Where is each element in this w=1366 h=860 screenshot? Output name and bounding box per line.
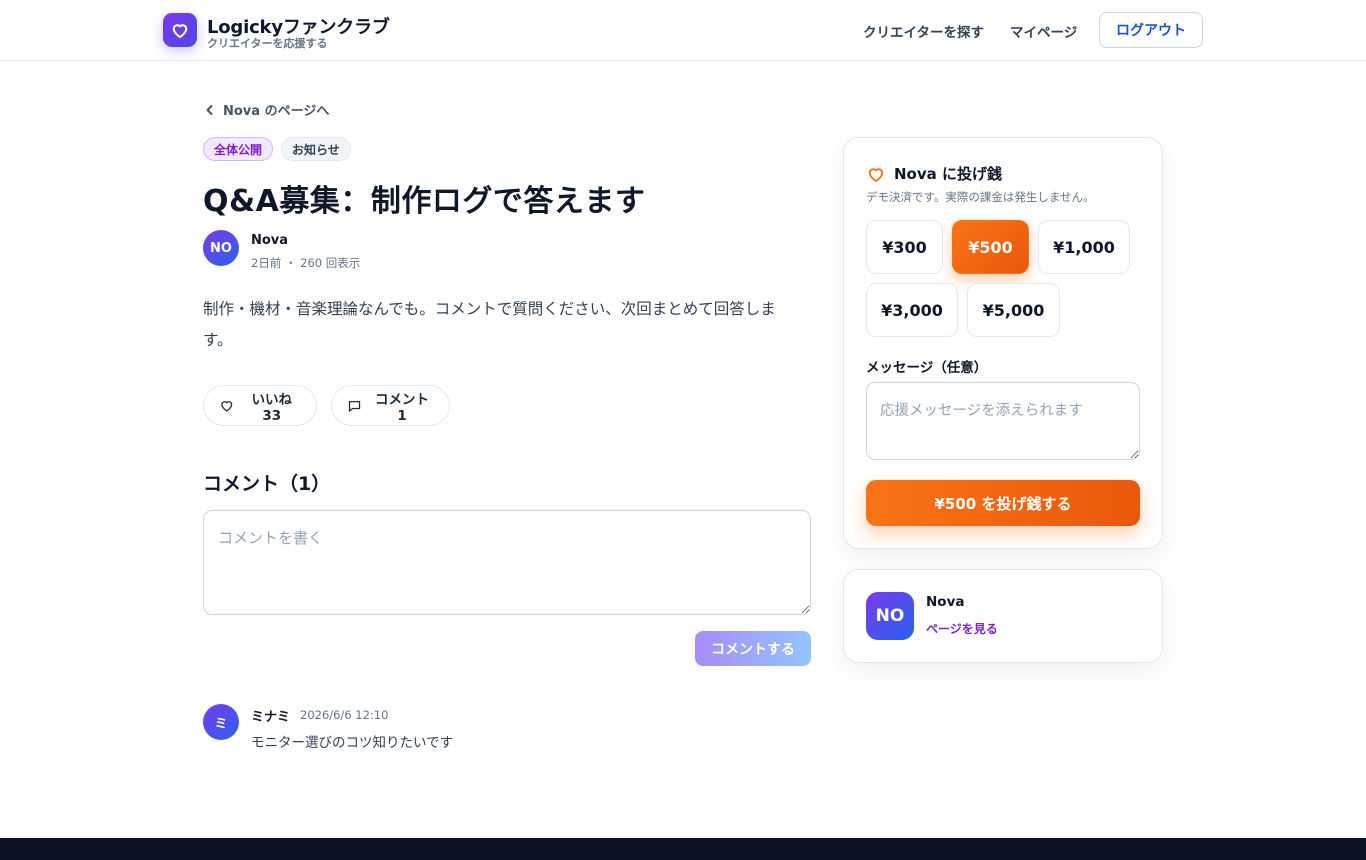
post-title: Q&A募集：制作ログで答えます	[203, 184, 646, 219]
view-page-link[interactable]: ページを見る	[926, 620, 998, 637]
comments-heading: コメント（1）	[203, 473, 331, 495]
brand-subtitle: クリエイターを応援する	[207, 37, 328, 50]
heart-outline-icon	[868, 167, 884, 182]
heart-outline-icon	[221, 401, 233, 412]
author-name[interactable]: Nova	[251, 233, 288, 248]
comment-count-label: コメント 1	[375, 391, 430, 424]
visibility-badge: 全体公開	[203, 137, 274, 161]
back-to-creator-link[interactable]: Nova のページへ	[205, 100, 329, 119]
amount-option[interactable]: ¥5,000	[967, 283, 1060, 337]
message-label: メッセージ（任意）	[866, 360, 988, 376]
top-header: Logickyファンクラブ クリエイターを応援する クリエイターを探す マイペー…	[0, 0, 1366, 61]
creator-name[interactable]: Nova	[926, 594, 964, 610]
send-tip-button[interactable]: ¥500 を投げ銭する	[866, 480, 1140, 526]
tip-heading-label: Nova に投げ銭	[894, 165, 1002, 183]
heart-icon	[172, 24, 188, 39]
chevron-left-icon	[206, 104, 213, 115]
post-meta: 2日前 ・ 260 回表示	[251, 256, 361, 270]
brand-logo[interactable]	[163, 13, 197, 47]
like-count-label: いいね 33	[251, 391, 293, 424]
amount-option[interactable]: ¥3,000	[866, 283, 958, 337]
amount-option[interactable]: ¥300	[866, 220, 943, 274]
like-button[interactable]: いいね 33	[203, 385, 317, 426]
comment-input[interactable]	[203, 510, 811, 615]
post-body: 制作・機材・音楽理論なんでも。コメントで質問ください、次回まとめて回答します。	[203, 300, 776, 349]
nav-my-page[interactable]: マイページ	[1010, 21, 1077, 41]
logout-button[interactable]: ログアウト	[1099, 12, 1203, 48]
creator-card: NO Nova ページを見る	[843, 569, 1163, 663]
comment-text: モニター選びのコツ知りたいです	[251, 735, 454, 751]
submit-comment-button[interactable]: コメントする	[695, 631, 811, 666]
tip-message-input[interactable]	[866, 382, 1140, 460]
tip-card: Nova に投げ銭 デモ決済です。実際の課金は発生しません。 ¥300 ¥500…	[843, 137, 1163, 549]
comment-count-button[interactable]: コメント 1	[331, 385, 450, 426]
nav-find-creators[interactable]: クリエイターを探す	[863, 21, 984, 41]
category-badge: お知らせ	[281, 137, 351, 161]
comment-author: ミナミ	[251, 710, 291, 725]
tip-demo-note: デモ決済です。実際の課金は発生しません。	[866, 190, 1095, 204]
creator-avatar[interactable]: NO	[866, 592, 914, 640]
amount-option-selected[interactable]: ¥500	[952, 220, 1029, 274]
comment-timestamp: 2026/6/6 12:10	[300, 708, 389, 722]
footer	[0, 838, 1366, 860]
back-link-label: Nova のページへ	[223, 104, 330, 119]
commenter-avatar: ミ	[203, 704, 239, 740]
tip-heading: Nova に投げ銭	[866, 163, 1002, 184]
comment-bubble-icon	[348, 400, 361, 412]
author-avatar[interactable]: NO	[203, 230, 239, 266]
amount-option[interactable]: ¥1,000	[1038, 220, 1130, 274]
